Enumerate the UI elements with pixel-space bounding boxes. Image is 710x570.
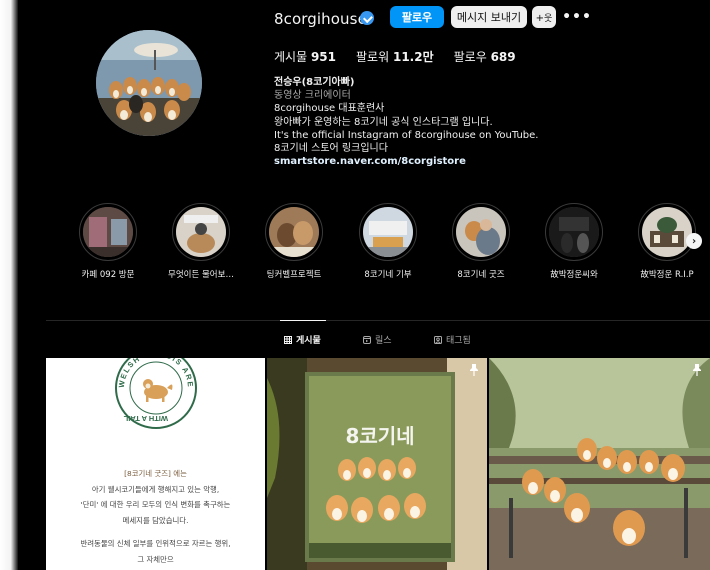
follow-button[interactable]: 팔로우 [390, 6, 444, 28]
grid-icon [284, 335, 292, 344]
highlight-cover [456, 207, 506, 257]
highlight-label: 8코기네 기부 [364, 270, 412, 280]
tab-reels-label: 릴스 [375, 336, 392, 346]
profile-stats: 게시물 951 팔로워 11.2만 팔로우 689 [274, 48, 516, 65]
highlight-item[interactable]: 팅커벨프로젝트 [254, 203, 334, 280]
tab-posts[interactable]: 게시물 [284, 333, 321, 346]
profile-tabs: 게시물 릴스 태그됨 [18, 333, 710, 347]
highlight-label: 故박정운 R.I.P [640, 270, 694, 280]
bio-line: 8corgihouse 대표훈련사 [274, 103, 385, 115]
pinned-post-icon [693, 364, 701, 376]
page-edge [0, 0, 18, 570]
highlight-item[interactable]: 무엇이든 물어보세요 [161, 203, 241, 280]
svg-text:WITH A TAIL: WITH A TAIL [123, 414, 168, 423]
bio-category: 동영상 크리에이터 [274, 90, 351, 102]
post-caption-image-text: [8코기네 굿즈] 에는 아기 웰시코기들에게 행해지고 있는 악행, '단미'… [46, 466, 265, 568]
bio-line: 8코기네 스토어 링크입니다 [274, 143, 388, 155]
post-tile[interactable]: 8코기네 [267, 358, 487, 570]
pinned-post-icon [470, 364, 478, 376]
highlight-item[interactable]: 카페 092 방문 [68, 203, 148, 280]
bio-link[interactable]: smartstore.naver.com/8corgistore [274, 155, 674, 168]
post-text-line: [8코기네 굿즈] 에는 [124, 469, 187, 478]
highlight-item[interactable]: 8코기네 기부 [348, 203, 428, 280]
post-text-line: '단미' 에 대한 우리 모두의 인식 변화를 촉구하는 [80, 500, 231, 510]
bio-name: 전승우(8코기아빠) [274, 77, 355, 88]
suggest-users-button[interactable]: +웃 [532, 6, 556, 28]
corgis-photo [489, 358, 710, 570]
reels-icon [363, 335, 371, 344]
story-highlights: 카페 092 방문 무엇이든 물어보세요 팅커벨프로젝트 8코기네 기부 8코기… [68, 203, 708, 283]
highlight-cover [269, 207, 319, 257]
post-tile[interactable]: WELSH CORGIS ARE WITH A TAIL [8코기네 굿즈] 에… [46, 358, 265, 570]
posts-count-label: 게시물 [274, 50, 308, 64]
verified-badge-icon [360, 11, 374, 25]
highlight-cover [176, 207, 226, 257]
tagged-icon [434, 335, 442, 344]
highlight-item[interactable]: 8코기네 굿즈 [441, 203, 521, 280]
book-photo: 8코기네 [267, 358, 487, 570]
corgi-seal-logo: WELSH CORGIS ARE WITH A TAIL [115, 358, 197, 429]
tab-tagged-label: 태그됨 [446, 336, 471, 346]
profile-avatar[interactable] [96, 30, 202, 136]
more-options-button[interactable]: ••• [562, 6, 591, 28]
highlight-cover [549, 207, 599, 257]
posts-count: 게시물 951 [274, 48, 336, 65]
post-text-line: 반려동물의 신체 일부를 인위적으로 자르는 행위, [80, 539, 231, 549]
followers-count-value: 11.2만 [392, 50, 434, 64]
post-tile[interactable] [489, 358, 710, 570]
chevron-right-icon: › [691, 235, 697, 247]
highlight-label: 팅커벨프로젝트 [266, 270, 322, 280]
profile-bio: 전승우(8코기아빠) 동영상 크리에이터 8corgihouse 대표훈련사 왕… [274, 76, 674, 168]
followers-count-label: 팔로워 [356, 50, 390, 64]
tabs-divider [46, 320, 710, 321]
highlight-label: 카페 092 방문 [81, 270, 135, 280]
tab-tagged[interactable]: 태그됨 [434, 333, 471, 346]
post-text-line: 아기 웰시코기들에게 행해지고 있는 악행, [91, 484, 220, 494]
followers-count[interactable]: 팔로워 11.2만 [356, 48, 434, 65]
highlight-cover [642, 207, 692, 257]
following-count[interactable]: 팔로우 689 [454, 48, 516, 65]
highlight-label: 故박정운씨와 [550, 270, 598, 280]
message-button[interactable]: 메시지 보내기 [451, 6, 527, 28]
book-title: 8코기네 [345, 424, 414, 448]
highlight-label: 8코기네 굿즈 [457, 270, 505, 280]
svg-text:WELSH CORGIS ARE: WELSH CORGIS ARE [117, 358, 195, 388]
profile-page: 8corgihouse 팔로우 메시지 보내기 +웃 ••• 게시물 951 팔… [18, 0, 710, 570]
highlights-next-button[interactable]: › [686, 233, 702, 249]
posts-count-value: 951 [310, 50, 337, 64]
bio-line: It's the official Instagram of 8corgihou… [274, 129, 539, 141]
highlight-item[interactable]: 故박정운씨와 [534, 203, 614, 280]
tab-posts-label: 게시물 [296, 336, 321, 346]
post-text-line: 메세지를 담았습니다. [122, 515, 189, 525]
highlight-cover [83, 207, 133, 257]
following-count-value: 689 [490, 50, 516, 64]
tab-reels[interactable]: 릴스 [363, 333, 392, 346]
highlight-cover [363, 207, 413, 257]
profile-username: 8corgihouse [274, 10, 367, 28]
active-tab-indicator [280, 320, 326, 321]
bio-line: 왕아빠가 운영하는 8코기네 공식 인스타그램 입니다. [274, 116, 493, 128]
following-count-label: 팔로우 [453, 50, 487, 64]
add-person-icon: +웃 [535, 12, 553, 24]
post-text-line: 그 자체만으 [137, 554, 174, 564]
highlight-label: 무엇이든 물어보세요 [168, 270, 234, 280]
